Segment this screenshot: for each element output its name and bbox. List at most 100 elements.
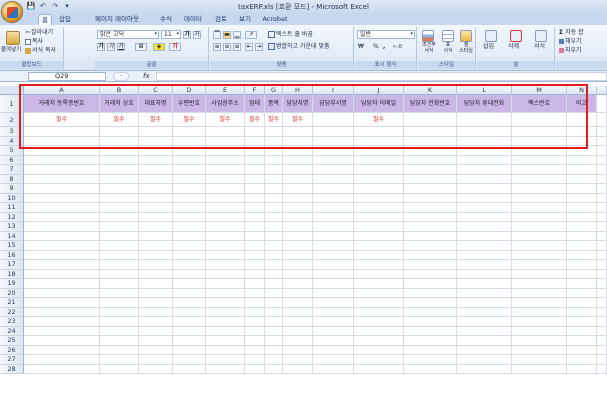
cell-I11[interactable] xyxy=(313,203,354,213)
cell-A3[interactable] xyxy=(24,127,100,137)
paste-button[interactable]: 붙여넣기 xyxy=(1,46,21,54)
cell-G25[interactable] xyxy=(265,336,283,346)
cell-M16[interactable] xyxy=(512,250,567,260)
cell-F5[interactable] xyxy=(245,146,265,156)
cell-M8[interactable] xyxy=(512,174,567,184)
cell-B11[interactable] xyxy=(100,203,139,213)
cell-C14[interactable] xyxy=(139,231,173,241)
cell-I4[interactable] xyxy=(313,136,354,146)
cell-C13[interactable] xyxy=(139,222,173,232)
formula-input[interactable] xyxy=(156,72,607,81)
cell-F17[interactable] xyxy=(245,260,265,270)
cell-A14[interactable] xyxy=(24,231,100,241)
cell-K5[interactable] xyxy=(404,146,457,156)
cell-N13[interactable] xyxy=(567,222,597,232)
cell-G12[interactable] xyxy=(265,212,283,222)
cell-H4[interactable] xyxy=(283,136,313,146)
cell-J4[interactable] xyxy=(354,136,404,146)
required-cell-F[interactable]: 필수 xyxy=(245,113,265,127)
required-cell-N[interactable] xyxy=(567,113,597,127)
cell-J20[interactable] xyxy=(354,288,404,298)
cell-M5[interactable] xyxy=(512,146,567,156)
cell-M17[interactable] xyxy=(512,260,567,270)
cell-L4[interactable] xyxy=(457,136,512,146)
conditional-format-icon[interactable] xyxy=(422,30,434,42)
cell-E25[interactable] xyxy=(206,336,245,346)
cell-M3[interactable] xyxy=(512,127,567,137)
cell-K26[interactable] xyxy=(404,345,457,355)
cell-B16[interactable] xyxy=(100,250,139,260)
cell-C24[interactable] xyxy=(139,326,173,336)
cell-F27[interactable] xyxy=(245,355,265,365)
cell-K4[interactable] xyxy=(404,136,457,146)
cell-H27[interactable] xyxy=(283,355,313,365)
filler-cell[interactable] xyxy=(597,113,607,127)
header-cell-D[interactable]: 우편번호 xyxy=(173,95,206,113)
required-cell-J[interactable]: 필수 xyxy=(354,113,404,127)
row-header-16[interactable]: 16 xyxy=(0,250,24,260)
filler-cell[interactable] xyxy=(597,193,607,203)
cell-B17[interactable] xyxy=(100,260,139,270)
cell-E23[interactable] xyxy=(206,317,245,327)
cell-J25[interactable] xyxy=(354,336,404,346)
cell-D24[interactable] xyxy=(173,326,206,336)
cell-B19[interactable] xyxy=(100,279,139,289)
cell-L25[interactable] xyxy=(457,336,512,346)
cell-H15[interactable] xyxy=(283,241,313,251)
cell-L13[interactable] xyxy=(457,222,512,232)
cell-K28[interactable] xyxy=(404,364,457,374)
cell-L7[interactable] xyxy=(457,165,512,175)
conditional-format-button[interactable]: 조건부 서식 xyxy=(419,42,439,54)
cell-I15[interactable] xyxy=(313,241,354,251)
cell-J28[interactable] xyxy=(354,364,404,374)
cell-E19[interactable] xyxy=(206,279,245,289)
cell-D6[interactable] xyxy=(173,155,206,165)
filler-cell[interactable] xyxy=(597,298,607,308)
cell-J5[interactable] xyxy=(354,146,404,156)
cell-F15[interactable] xyxy=(245,241,265,251)
header-cell-L[interactable]: 담당자 휴대전화 xyxy=(457,95,512,113)
column-header-N[interactable]: N xyxy=(567,86,597,95)
cell-M4[interactable] xyxy=(512,136,567,146)
cell-E20[interactable] xyxy=(206,288,245,298)
cell-D27[interactable] xyxy=(173,355,206,365)
cell-K10[interactable] xyxy=(404,193,457,203)
cell-A11[interactable] xyxy=(24,203,100,213)
cell-D12[interactable] xyxy=(173,212,206,222)
required-cell-H[interactable]: 필수 xyxy=(283,113,313,127)
cell-F9[interactable] xyxy=(245,184,265,194)
cell-H24[interactable] xyxy=(283,326,313,336)
cell-K16[interactable] xyxy=(404,250,457,260)
cell-I24[interactable] xyxy=(313,326,354,336)
required-cell-K[interactable] xyxy=(404,113,457,127)
row-header-12[interactable]: 12 xyxy=(0,212,24,222)
cell-K9[interactable] xyxy=(404,184,457,194)
cell-D25[interactable] xyxy=(173,336,206,346)
cell-B20[interactable] xyxy=(100,288,139,298)
cell-E16[interactable] xyxy=(206,250,245,260)
cell-M6[interactable] xyxy=(512,155,567,165)
cell-K19[interactable] xyxy=(404,279,457,289)
cell-L14[interactable] xyxy=(457,231,512,241)
cell-A24[interactable] xyxy=(24,326,100,336)
cell-G15[interactable] xyxy=(265,241,283,251)
cell-A12[interactable] xyxy=(24,212,100,222)
cell-J19[interactable] xyxy=(354,279,404,289)
cell-C7[interactable] xyxy=(139,165,173,175)
row-header-3[interactable]: 3 xyxy=(0,127,24,137)
header-cell-B[interactable]: 거래처 상호 xyxy=(100,95,139,113)
cell-L6[interactable] xyxy=(457,155,512,165)
filler-cell[interactable] xyxy=(597,336,607,346)
cell-I5[interactable] xyxy=(313,146,354,156)
cell-K17[interactable] xyxy=(404,260,457,270)
cell-N17[interactable] xyxy=(567,260,597,270)
name-box[interactable]: Q29 xyxy=(28,72,106,81)
border-button[interactable]: ⊞ xyxy=(135,43,147,51)
format-cells-icon[interactable] xyxy=(535,30,547,42)
cell-D5[interactable] xyxy=(173,146,206,156)
cell-D4[interactable] xyxy=(173,136,206,146)
cell-H3[interactable] xyxy=(283,127,313,137)
filler-cell[interactable] xyxy=(597,184,607,194)
required-cell-G[interactable]: 필수 xyxy=(265,113,283,127)
cell-E17[interactable] xyxy=(206,260,245,270)
